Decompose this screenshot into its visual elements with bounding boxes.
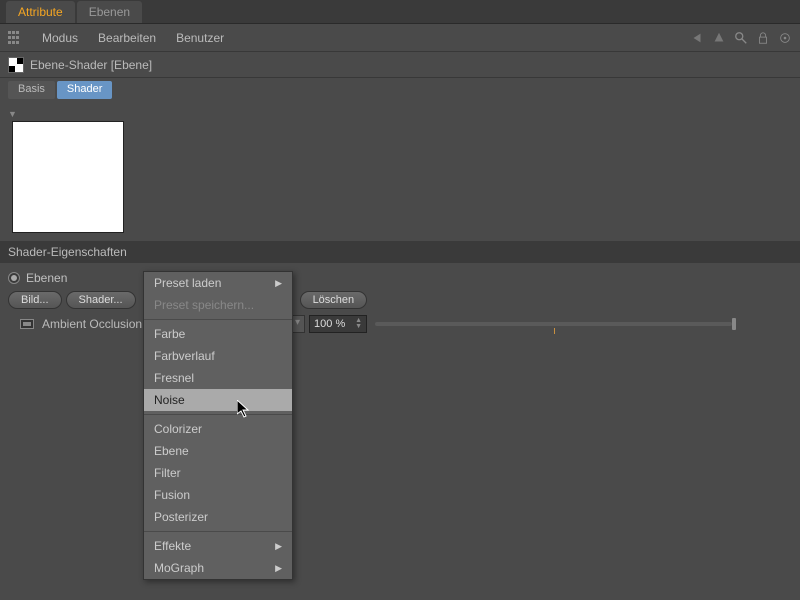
menu-separator [144, 319, 292, 320]
menu-farbe[interactable]: Farbe [144, 323, 292, 345]
submenu-arrow-icon: ▶ [275, 541, 282, 552]
menu-separator [144, 531, 292, 532]
menu-noise[interactable]: Noise [144, 389, 292, 411]
menu-colorizer[interactable]: Colorizer [144, 418, 292, 440]
menu-preset-laden[interactable]: Preset laden ▶ [144, 272, 292, 294]
loeschen-button[interactable]: Löschen [300, 291, 368, 309]
menu-label: Effekte [154, 539, 191, 553]
menu-benutzer[interactable]: Benutzer [166, 27, 234, 49]
breadcrumb-text: Ebene-Shader [Ebene] [30, 58, 152, 72]
tab-ebenen[interactable]: Ebenen [77, 1, 142, 23]
opacity-value: 100 % [314, 318, 345, 330]
top-tabs: Attribute Ebenen [0, 0, 800, 24]
menu-farbverlauf[interactable]: Farbverlauf [144, 345, 292, 367]
slider-thumb[interactable] [732, 318, 736, 330]
subtab-shader[interactable]: Shader [57, 81, 112, 99]
disclosure-triangle[interactable]: ▼ [8, 109, 17, 119]
target-icon[interactable] [778, 31, 792, 45]
sub-tabs: Basis Shader [0, 78, 800, 102]
layer-thumb-icon[interactable] [20, 319, 34, 329]
radio-ebenen[interactable] [8, 272, 20, 284]
shader-button[interactable]: Shader... [66, 291, 136, 309]
opacity-slider[interactable] [375, 322, 732, 326]
search-icon[interactable] [734, 31, 748, 45]
stepper-icon[interactable]: ▲▼ [355, 318, 362, 330]
bild-button[interactable]: Bild... [8, 291, 62, 309]
slider-mark [554, 328, 555, 334]
menu-mograph[interactable]: MoGraph ▶ [144, 557, 292, 579]
section-header: Shader-Eigenschaften [0, 241, 800, 263]
layer-name[interactable]: Ambient Occlusion [42, 317, 142, 331]
menu-filter[interactable]: Filter [144, 462, 292, 484]
shader-context-menu: Preset laden ▶ Preset speichern... Farbe… [143, 271, 293, 580]
menu-posterizer[interactable]: Posterizer [144, 506, 292, 528]
menu-fresnel[interactable]: Fresnel [144, 367, 292, 389]
submenu-arrow-icon: ▶ [275, 278, 282, 289]
menu-preset-speichern: Preset speichern... [144, 294, 292, 316]
menu-label: MoGraph [154, 561, 204, 575]
preview-area: ▼ [0, 102, 800, 241]
radio-label: Ebenen [26, 271, 67, 285]
menu-label: Preset speichern... [154, 298, 254, 312]
breadcrumb: Ebene-Shader [Ebene] [0, 52, 800, 78]
menu-fusion[interactable]: Fusion [144, 484, 292, 506]
lock-icon[interactable] [756, 31, 770, 45]
shader-layer-icon [8, 57, 24, 73]
nav-back-icon[interactable] [690, 31, 704, 45]
tab-attribute[interactable]: Attribute [6, 1, 75, 23]
menu-label: Preset laden [154, 276, 221, 290]
shader-preview[interactable] [12, 121, 124, 233]
menu-bearbeiten[interactable]: Bearbeiten [88, 27, 166, 49]
subtab-basis[interactable]: Basis [8, 81, 55, 99]
nav-up-icon[interactable] [712, 31, 726, 45]
menu-modus[interactable]: Modus [32, 27, 88, 49]
submenu-arrow-icon: ▶ [275, 563, 282, 574]
menu-bar: Modus Bearbeiten Benutzer [0, 24, 800, 52]
opacity-field[interactable]: 100 % ▲▼ [309, 315, 367, 333]
menu-separator [144, 414, 292, 415]
menu-ebene[interactable]: Ebene [144, 440, 292, 462]
properties-area: Ebenen Bild... Shader... Löschen Ambient… [0, 263, 800, 341]
menu-effekte[interactable]: Effekte ▶ [144, 535, 292, 557]
grid-icon[interactable] [8, 31, 22, 45]
